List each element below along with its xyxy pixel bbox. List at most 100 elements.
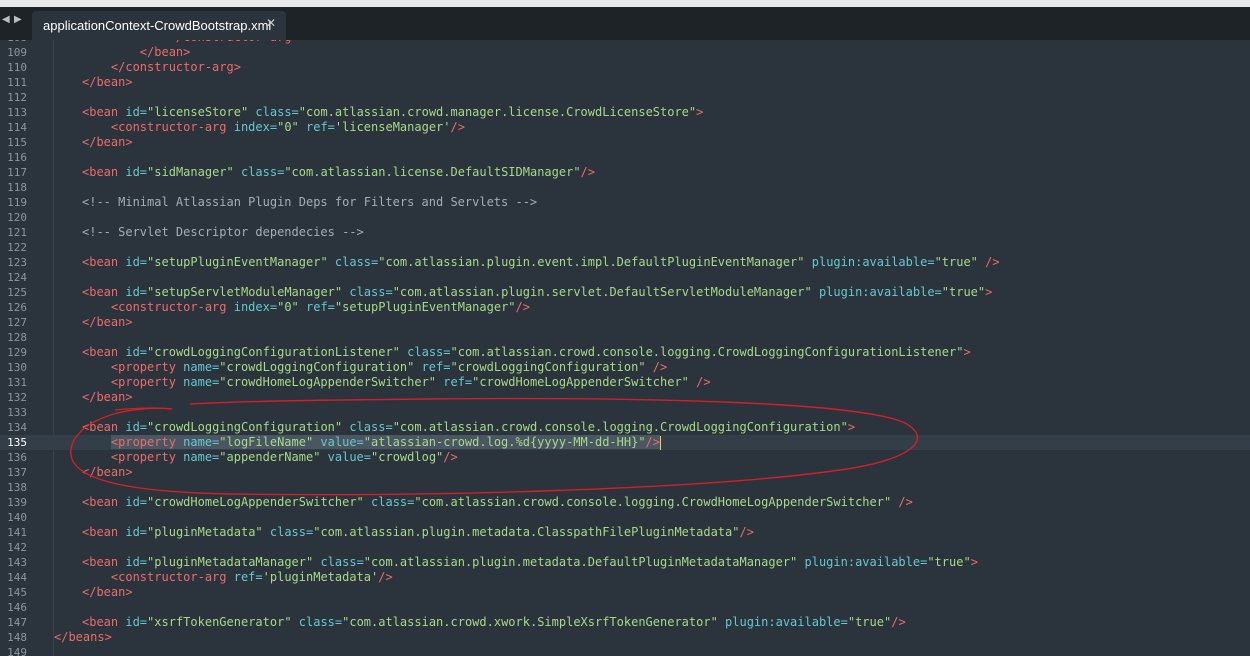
- code-text: </bean>: [82, 135, 133, 150]
- code-line[interactable]: 142: [0, 540, 1250, 555]
- code-editor[interactable]: 108 </constructor-arg>109 </bean>110 </c…: [0, 40, 1250, 656]
- code-token: class=: [291, 615, 343, 629]
- code-line[interactable]: 147 <bean id="xsrfTokenGenerator" class="…: [0, 615, 1250, 630]
- code-line[interactable]: 144 <constructor-arg ref='pluginMetadata…: [0, 570, 1250, 585]
- code-line[interactable]: 137 </bean>: [0, 465, 1250, 480]
- code-token: id=: [125, 345, 148, 359]
- code-token: 'licenseManager': [334, 120, 451, 134]
- code-token: "sidManager": [147, 165, 234, 179]
- code-line[interactable]: 131 <property name="crowdHomeLogAppender…: [0, 375, 1250, 390]
- code-token: <bean: [82, 105, 126, 119]
- line-number: 127: [7, 316, 27, 329]
- code-line[interactable]: 118: [0, 180, 1250, 195]
- code-token: "com.atlassian.plugin.event.impl.Default…: [378, 255, 805, 269]
- line-number: 139: [7, 496, 27, 509]
- line-number: 125: [7, 286, 27, 299]
- code-line[interactable]: 141 <bean id="pluginMetadata" class="com.…: [0, 525, 1250, 540]
- code-line[interactable]: 117 <bean id="sidManager" class="com.atla…: [0, 165, 1250, 180]
- line-number: 128: [7, 331, 27, 344]
- code-token: <bean: [82, 285, 126, 299]
- line-number: 149: [7, 646, 27, 656]
- code-token: id=: [125, 255, 148, 269]
- code-text: <property name="crowdLoggingConfiguratio…: [82, 360, 667, 375]
- code-token: "true": [941, 285, 986, 299]
- code-text: </bean>: [82, 75, 133, 90]
- file-tab[interactable]: applicationContext-CrowdBootstrap.xml ✕: [32, 11, 286, 40]
- line-number: 117: [7, 166, 27, 179]
- triangle-left-icon[interactable]: ◀: [2, 14, 11, 26]
- code-token: <bean: [82, 615, 126, 629]
- code-line[interactable]: 143 <bean id="pluginMetadataManager" clas…: [0, 555, 1250, 570]
- code-line[interactable]: 140: [0, 510, 1250, 525]
- code-line[interactable]: 129 <bean id="crowdLoggingConfigurationLi…: [0, 345, 1250, 360]
- code-line[interactable]: 146: [0, 600, 1250, 615]
- code-line[interactable]: 114 <constructor-arg index="0" ref='lice…: [0, 120, 1250, 135]
- code-token: 'pluginMetadata': [262, 570, 379, 584]
- line-number: 137: [7, 466, 27, 479]
- code-line[interactable]: 122: [0, 240, 1250, 255]
- code-line[interactable]: 133: [0, 405, 1250, 420]
- code-line[interactable]: 116: [0, 150, 1250, 165]
- code-line[interactable]: 145 </bean>: [0, 585, 1250, 600]
- code-line[interactable]: 125 <bean id="setupServletModuleManager" …: [0, 285, 1250, 300]
- code-line[interactable]: 127 </bean>: [0, 315, 1250, 330]
- code-line[interactable]: 138: [0, 480, 1250, 495]
- code-line[interactable]: 126 <constructor-arg index="0" ref="setu…: [0, 300, 1250, 315]
- code-token: "com.atlassian.crowd.console.logging.Cro…: [450, 345, 964, 359]
- code-token: <bean: [82, 420, 126, 434]
- code-token: "true": [927, 555, 971, 569]
- code-line[interactable]: 119 <!-- Minimal Atlassian Plugin Deps fo…: [0, 195, 1250, 210]
- code-text: <constructor-arg index="0" ref='licenseM…: [82, 120, 465, 135]
- code-line[interactable]: 124: [0, 270, 1250, 285]
- code-token: "0": [277, 300, 299, 314]
- code-line[interactable]: 134 <bean id="crowdLoggingConfiguration" …: [0, 420, 1250, 435]
- code-line[interactable]: 132 </bean>: [0, 390, 1250, 405]
- code-token: id=: [125, 420, 148, 434]
- code-line[interactable]: 112: [0, 90, 1250, 105]
- code-line[interactable]: 149: [0, 645, 1250, 656]
- code-text: <property name="crowdHomeLogAppenderSwit…: [82, 375, 711, 390]
- code-line[interactable]: 110 </constructor-arg>: [0, 60, 1250, 75]
- code-token: plugin:available=: [797, 555, 928, 569]
- code-line[interactable]: 136 <property name="appenderName" value=…: [0, 450, 1250, 465]
- code-token: "crowdlog": [371, 450, 444, 464]
- code-line[interactable]: 115 </bean>: [0, 135, 1250, 150]
- code-line[interactable]: 130 <property name="crowdLoggingConfigur…: [0, 360, 1250, 375]
- code-text: <bean id="pluginMetadataManager" class="…: [82, 555, 978, 570]
- code-line[interactable]: 120: [0, 210, 1250, 225]
- code-token: plugin:available=: [717, 615, 848, 629]
- code-line[interactable]: 109 </bean>: [0, 45, 1250, 60]
- code-token: >: [970, 555, 978, 569]
- code-token: "com.atlassian.plugin.metadata.DefaultPl…: [363, 555, 798, 569]
- line-number: 122: [7, 241, 27, 254]
- triangle-right-icon[interactable]: ▶: [14, 14, 23, 26]
- close-icon[interactable]: ✕: [266, 16, 276, 30]
- code-token: "crowdHomeLogAppenderSwitcher": [219, 375, 437, 389]
- line-number: 113: [7, 106, 27, 119]
- code-line[interactable]: 111 </bean>: [0, 75, 1250, 90]
- code-token: <bean: [82, 495, 126, 509]
- line-number: 148: [7, 631, 27, 644]
- code-token: </constructor-arg>: [110, 60, 241, 74]
- code-text: </bean>: [82, 315, 133, 330]
- line-number: 143: [7, 556, 27, 569]
- code-line[interactable]: 128: [0, 330, 1250, 345]
- code-token: />: [688, 375, 711, 389]
- code-text: <bean id="pluginMetadata" class="com.atl…: [82, 525, 754, 540]
- code-line[interactable]: 135 <property name="logFileName" value="…: [0, 435, 1250, 450]
- code-line[interactable]: 148 </beans>: [0, 630, 1250, 645]
- line-number: 124: [7, 271, 27, 284]
- code-token: "com.atlassian.license.DefaultSIDManager…: [284, 165, 581, 179]
- code-line[interactable]: 139 <bean id="crowdHomeLogAppenderSwitche…: [0, 495, 1250, 510]
- code-token: </beans>: [54, 630, 112, 644]
- code-line[interactable]: 123 <bean id="setupPluginEventManager" cl…: [0, 255, 1250, 270]
- code-line[interactable]: 113 <bean id="licenseStore" class="com.at…: [0, 105, 1250, 120]
- code-token: >: [963, 345, 971, 359]
- code-token: </bean>: [82, 75, 133, 89]
- code-line[interactable]: 121 <!-- Servlet Descriptor dependecies -…: [0, 225, 1250, 240]
- line-number: 118: [7, 181, 27, 194]
- code-token: </bean>: [82, 390, 133, 404]
- code-token: index=: [233, 120, 278, 134]
